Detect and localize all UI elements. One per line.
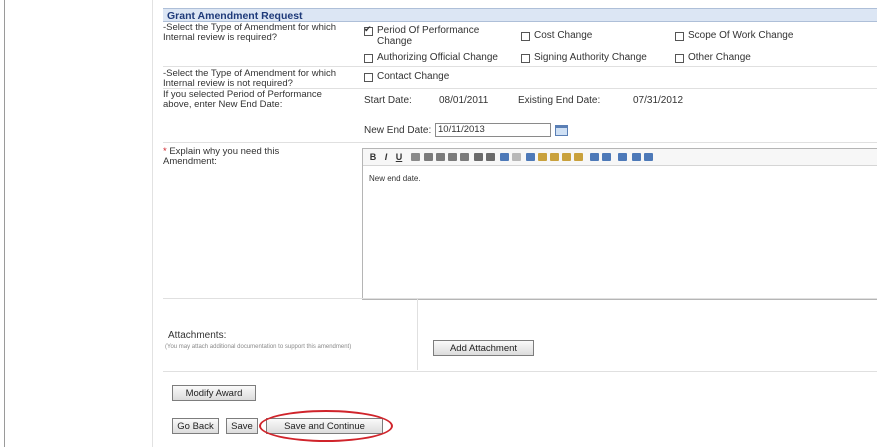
- left-gutter-rule: [152, 0, 153, 447]
- copy-icon[interactable]: [538, 153, 547, 161]
- checkbox-label: Signing Authority Change: [534, 52, 647, 63]
- modify-award-button[interactable]: Modify Award: [172, 385, 256, 401]
- checkbox-label: Cost Change: [534, 30, 593, 41]
- checkbox-signing-authority-change[interactable]: Signing Authority Change: [521, 52, 647, 63]
- paste-icon[interactable]: [550, 153, 559, 161]
- add-attachment-button[interactable]: Add Attachment: [433, 340, 534, 356]
- spellcheck-icon[interactable]: [618, 153, 627, 161]
- start-date-label: Start Date:: [364, 95, 412, 106]
- underline-button[interactable]: U: [395, 152, 403, 162]
- checkbox-label: Scope Of Work Change: [688, 30, 794, 41]
- q4-label-text: Explain why you need this Amendment:: [163, 146, 280, 167]
- new-end-date-label: New End Date:: [364, 125, 432, 136]
- attachments-panel: [163, 298, 877, 372]
- paste-text-icon[interactable]: [562, 153, 571, 161]
- undo-icon[interactable]: [500, 153, 509, 161]
- redo-icon[interactable]: [512, 153, 521, 161]
- checkbox-scope-of-work-change[interactable]: Scope Of Work Change: [675, 30, 793, 41]
- editor-content[interactable]: New end date.: [369, 174, 421, 183]
- checkbox-box[interactable]: [521, 32, 530, 41]
- justify-icon[interactable]: [460, 153, 469, 161]
- bullet-list-icon[interactable]: [474, 153, 483, 161]
- cut-icon[interactable]: [526, 153, 535, 161]
- existing-end-date-label: Existing End Date:: [518, 95, 601, 106]
- checkbox-box[interactable]: [364, 73, 373, 82]
- new-end-date-input[interactable]: 10/11/2013: [435, 123, 551, 137]
- checkbox-box[interactable]: [675, 32, 684, 41]
- align-center-icon[interactable]: [436, 153, 445, 161]
- checkbox-box[interactable]: [521, 54, 530, 63]
- checkbox-authorizing-official-change[interactable]: Authorizing Official Change: [364, 52, 498, 63]
- checkbox-other-change[interactable]: Other Change: [675, 52, 751, 63]
- q1-label: -Select the Type of Amendment for which …: [163, 22, 337, 43]
- form-title: Grant Amendment Request: [163, 8, 877, 22]
- existing-end-date-value: 07/31/2012: [633, 95, 684, 106]
- attachments-divider: [417, 298, 418, 370]
- calendar-icon[interactable]: [555, 125, 568, 136]
- checkbox-box[interactable]: [364, 24, 373, 36]
- checkbox-box[interactable]: [364, 54, 373, 63]
- attachments-hint: (You may attach additional documentation…: [165, 344, 352, 350]
- insert-image-icon[interactable]: [644, 153, 653, 161]
- go-back-button[interactable]: Go Back: [172, 418, 219, 434]
- row-divider: [163, 66, 877, 67]
- checkbox-label: Contact Change: [377, 71, 450, 82]
- q2-label: -Select the Type of Amendment for which …: [163, 68, 337, 89]
- rich-text-editor[interactable]: B I U New end date.: [362, 148, 877, 300]
- italic-button[interactable]: I: [382, 152, 390, 162]
- align-left-icon[interactable]: [424, 153, 433, 161]
- replace-icon[interactable]: [602, 153, 611, 161]
- checkbox-period-of-performance[interactable]: Period Of Performance Change: [364, 24, 504, 47]
- checkbox-label: Period Of Performance Change: [377, 25, 480, 47]
- insert-table-icon[interactable]: [632, 153, 641, 161]
- strikethrough-icon[interactable]: [411, 153, 420, 161]
- checkbox-label: Other Change: [688, 52, 751, 63]
- align-right-icon[interactable]: [448, 153, 457, 161]
- find-icon[interactable]: [590, 153, 599, 161]
- grant-amendment-form: Grant Amendment Request -Select the Type…: [163, 8, 877, 447]
- editor-toolbar: B I U: [363, 149, 877, 166]
- row-divider: [163, 142, 877, 143]
- checkbox-label: Authorizing Official Change: [377, 52, 498, 63]
- attachments-label: Attachments:: [168, 330, 227, 341]
- save-button[interactable]: Save: [226, 418, 258, 434]
- checkbox-box[interactable]: [675, 54, 684, 63]
- highlight-oval: [259, 410, 393, 442]
- numbered-list-icon[interactable]: [486, 153, 495, 161]
- checkbox-cost-change[interactable]: Cost Change: [521, 30, 592, 41]
- bold-button[interactable]: B: [369, 152, 377, 162]
- q4-label: * Explain why you need this Amendment:: [163, 147, 323, 167]
- left-frame-rule: [4, 0, 5, 447]
- paste-word-icon[interactable]: [574, 153, 583, 161]
- q3-label: If you selected Period of Performance ab…: [163, 89, 322, 110]
- start-date-value: 08/01/2011: [439, 95, 489, 106]
- checkbox-contact-change[interactable]: Contact Change: [364, 71, 449, 82]
